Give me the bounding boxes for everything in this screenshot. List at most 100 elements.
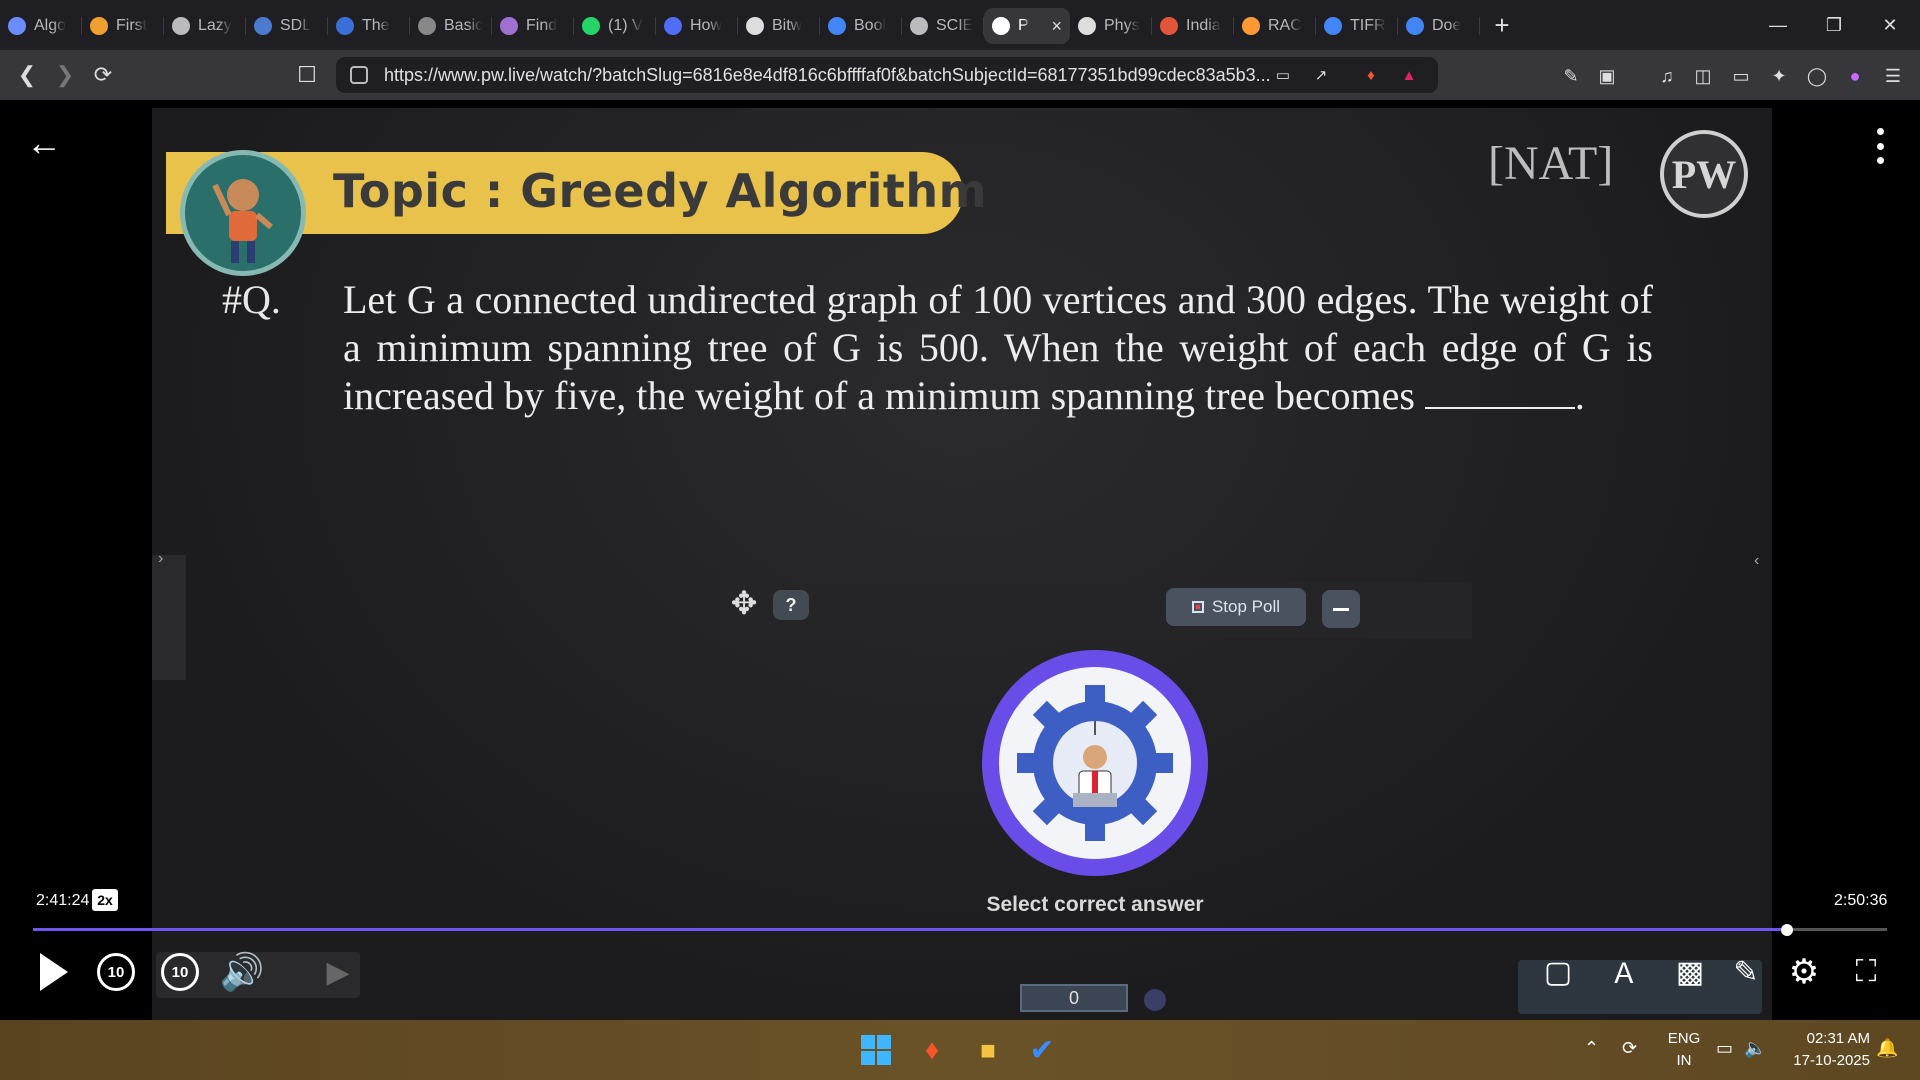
wallet-icon[interactable]: ▭	[1728, 63, 1754, 89]
browser-tab[interactable]: The	[328, 8, 410, 44]
chevron-left-icon[interactable]: ‹	[1754, 552, 1759, 570]
miniplayer-icon[interactable]: ▩	[1666, 948, 1714, 996]
clock[interactable]: 02:31 AM 17-10-2025	[1780, 1028, 1870, 1072]
seek-bar[interactable]	[33, 924, 1887, 936]
browser-tab[interactable]: Algo	[0, 8, 82, 44]
brave-rewards-icon[interactable]: ▲	[1398, 64, 1420, 86]
question-bubble-icon[interactable]: ?	[773, 590, 809, 620]
translate-icon[interactable]: Ａ	[1600, 948, 1648, 996]
forward-icon[interactable]: ❯	[46, 56, 84, 94]
profile-icon[interactable]: ●	[1842, 63, 1868, 89]
sync-icon[interactable]: ⟳	[1622, 1038, 1637, 1059]
tab-title: First	[116, 17, 148, 34]
clock-date: 17-10-2025	[1793, 1052, 1870, 1069]
browser-tab[interactable]: RAC	[1234, 8, 1316, 44]
browser-tab[interactable]: P ×	[984, 8, 1070, 44]
extensions-icon[interactable]: ✎	[1558, 63, 1584, 89]
browser-tab[interactable]: Bitw	[738, 8, 820, 44]
network-icon[interactable]: ▭	[1716, 1038, 1733, 1059]
browser-tab[interactable]: Lazy	[164, 8, 246, 44]
fullscreen-icon[interactable]: ⛶	[1842, 948, 1890, 996]
todo-icon[interactable]: ✔	[1022, 1030, 1062, 1070]
chat-icon[interactable]: ▢	[1534, 948, 1582, 996]
language-indicator[interactable]: ENG IN	[1664, 1028, 1704, 1072]
back-icon[interactable]: ❮	[8, 56, 46, 94]
address-bar[interactable]: https://www.pw.live/watch/?batchSlug=681…	[336, 57, 1438, 93]
page-icon	[254, 17, 272, 35]
menu-icon[interactable]: ☰	[1880, 63, 1906, 89]
playback-speed-badge[interactable]: 2x	[92, 889, 118, 911]
cast-icon[interactable]: ▭	[1272, 64, 1294, 86]
browser-tab[interactable]: Find	[492, 8, 574, 44]
reload-icon[interactable]: ⟳	[84, 56, 122, 94]
browser-tab[interactable]: Phys	[1070, 8, 1152, 44]
close-window-icon[interactable]: ✕	[1862, 0, 1918, 50]
new-tab-button[interactable]: +	[1480, 7, 1524, 43]
reader-icon[interactable]: ▣	[1594, 63, 1620, 89]
forward-10-button[interactable]: 10	[156, 948, 204, 996]
browser-tab[interactable]: TIFR	[1316, 8, 1398, 44]
browser-tab[interactable]: First	[82, 8, 164, 44]
settings-icon[interactable]: ⚙	[1780, 948, 1828, 996]
url-text: https://www.pw.live/watch/?batchSlug=681…	[384, 64, 1271, 85]
more-options-icon[interactable]	[1868, 126, 1892, 166]
page-icon	[1078, 17, 1096, 35]
minimize-icon[interactable]: —	[1750, 0, 1806, 50]
next-icon[interactable]: ▶	[314, 948, 362, 996]
google-icon	[828, 17, 846, 35]
brave-taskbar-icon[interactable]: ♦	[912, 1030, 952, 1070]
tab-strip: Algo First Lazy SDL The Basic Find (1) V How Bitw…	[0, 0, 1920, 50]
bookmark-icon[interactable]: ☐	[288, 56, 326, 94]
play-button[interactable]	[30, 948, 78, 996]
browser-tab[interactable]: SCIE	[902, 8, 984, 44]
volume-icon[interactable]: 🔊	[218, 948, 266, 996]
poll-prompt: Select correct answer	[986, 893, 1204, 916]
vpn-icon[interactable]: ◯	[1804, 63, 1830, 89]
site-info-icon[interactable]	[350, 66, 368, 84]
tab-title: Phys	[1104, 17, 1140, 34]
rewind-10-button[interactable]: 10	[92, 948, 140, 996]
question-body: Let G a connected undirected graph of 10…	[343, 277, 1653, 418]
start-button[interactable]	[856, 1030, 896, 1070]
notification-bell-icon[interactable]: 🔔	[1876, 1038, 1898, 1059]
duration: 2:50:36	[1834, 892, 1888, 909]
share-icon[interactable]: ↗	[1310, 64, 1332, 86]
browser-tab[interactable]: How	[656, 8, 738, 44]
rewind-icon: 10	[97, 953, 135, 991]
move-icon[interactable]: ✥	[726, 586, 762, 622]
browser-tab[interactable]: Doe	[1398, 8, 1480, 44]
video-player[interactable]: ← Topic : Greedy Algorithm [NAT] PW #Q. …	[0, 100, 1920, 1028]
chevron-right-icon[interactable]: ›	[158, 550, 163, 568]
tab-title: Lazy	[198, 17, 232, 34]
generic-icon	[8, 17, 26, 35]
flag-icon	[1242, 17, 1260, 35]
browser-tab[interactable]: SDL	[246, 8, 328, 44]
seek-handle[interactable]	[1780, 924, 1793, 936]
answer-blank	[1424, 407, 1575, 409]
stop-poll-label: Stop Poll	[1211, 597, 1281, 616]
leo-icon[interactable]: ✦	[1766, 63, 1792, 89]
browser-tab[interactable]: (1) V	[574, 8, 656, 44]
browser-tab[interactable]: Bool	[820, 8, 902, 44]
back-arrow-icon[interactable]: ←	[26, 125, 62, 162]
music-icon[interactable]: ♫	[1654, 63, 1680, 89]
brave-shield-icon[interactable]: ♦	[1360, 64, 1382, 86]
lang-line1: ENG	[1667, 1030, 1701, 1047]
restore-icon[interactable]: ❐	[1806, 0, 1862, 50]
stop-icon	[1191, 601, 1204, 613]
minimize-poll-button[interactable]	[1322, 590, 1360, 628]
poll-illustration	[982, 650, 1208, 876]
close-tab-icon[interactable]: ×	[1051, 16, 1062, 37]
browser-tab[interactable]: Basic	[410, 8, 492, 44]
notes-icon[interactable]: ✎	[1722, 948, 1770, 996]
question-type-tag: [NAT]	[1488, 137, 1614, 190]
left-panel-tab[interactable]	[152, 555, 186, 680]
browser-tab[interactable]: India	[1152, 8, 1234, 44]
file-explorer-icon[interactable]: ■	[968, 1030, 1008, 1070]
question-text: Let G a connected undirected graph of 10…	[343, 276, 1653, 420]
speaker-icon[interactable]: 🔈	[1744, 1038, 1766, 1059]
sidebar-icon[interactable]: ◫	[1690, 63, 1716, 89]
globe-icon	[172, 17, 190, 35]
stop-poll-button[interactable]: Stop Poll	[1166, 588, 1306, 626]
chevron-up-icon[interactable]: ⌃	[1584, 1038, 1599, 1059]
